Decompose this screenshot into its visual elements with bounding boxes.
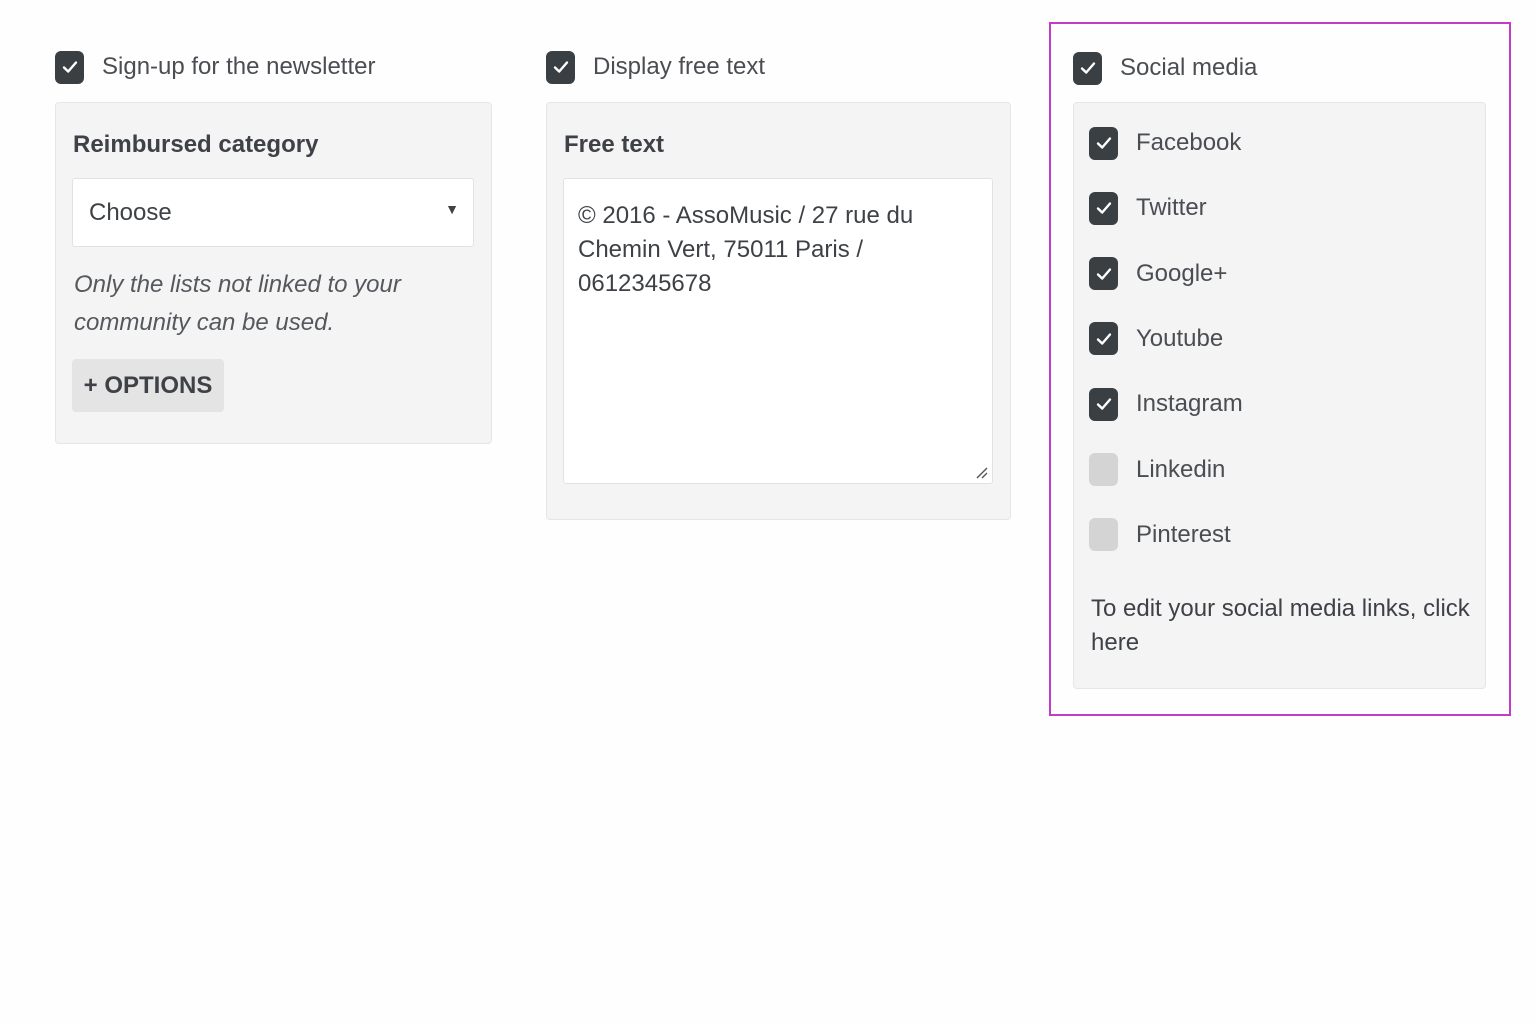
social-item-checkbox[interactable] bbox=[1089, 518, 1118, 552]
check-icon bbox=[62, 61, 77, 73]
check-icon bbox=[1080, 62, 1095, 74]
chevron-down-icon: ▼ bbox=[445, 201, 459, 217]
social-item-label: Instagram bbox=[1136, 390, 1243, 418]
settings-page: Sign-up for the newsletter Reimbursed ca… bbox=[0, 0, 1536, 1024]
social-item-label: Twitter bbox=[1136, 194, 1207, 222]
social-item-checkbox[interactable] bbox=[1089, 322, 1118, 356]
social-item-linkedin[interactable]: Linkedin bbox=[1089, 452, 1225, 488]
social-item-instagram[interactable]: Instagram bbox=[1089, 386, 1243, 422]
social-item-checkbox[interactable] bbox=[1089, 126, 1118, 160]
check-icon bbox=[1096, 267, 1111, 280]
check-icon bbox=[1096, 137, 1111, 149]
options-button[interactable]: + OPTIONS bbox=[72, 359, 224, 412]
newsletter-toggle[interactable]: Sign-up for the newsletter bbox=[55, 49, 375, 85]
reimbursed-category-panel: Reimbursed category Choose ▼ Only the li… bbox=[55, 102, 492, 444]
social-item-youtube[interactable]: Youtube bbox=[1089, 321, 1223, 357]
social-links-note[interactable]: To edit your social media links, click h… bbox=[1091, 592, 1471, 660]
check-icon bbox=[1096, 333, 1111, 345]
social-media-checkbox-label: Social media bbox=[1120, 54, 1258, 81]
social-item-label: Pinterest bbox=[1136, 520, 1231, 548]
social-item-google[interactable]: Google+ bbox=[1089, 256, 1227, 292]
social-item-checkbox[interactable] bbox=[1089, 387, 1118, 421]
social-media-toggle[interactable]: Social media bbox=[1073, 50, 1257, 86]
social-item-label: Youtube bbox=[1136, 324, 1224, 352]
social-item-checkbox[interactable] bbox=[1089, 257, 1118, 291]
lists-hint: Only the lists not linked to your commun… bbox=[74, 271, 401, 336]
free-text-value: © 2016 - AssoMusic / 27 rue du Chemin Ve… bbox=[578, 202, 914, 297]
select-value: Choose bbox=[89, 199, 172, 226]
free-text-title: Free text bbox=[564, 131, 665, 158]
newsletter-checkbox[interactable] bbox=[55, 50, 84, 84]
social-media-checkbox[interactable] bbox=[1073, 51, 1102, 85]
check-icon bbox=[1096, 398, 1111, 410]
social-item-pinterest[interactable]: Pinterest bbox=[1089, 517, 1231, 553]
social-item-facebook[interactable]: Facebook bbox=[1089, 125, 1241, 161]
newsletter-checkbox-label: Sign-up for the newsletter bbox=[102, 53, 376, 80]
free-text-textarea[interactable]: © 2016 - AssoMusic / 27 rue du Chemin Ve… bbox=[563, 178, 993, 484]
social-media-panel: Facebook Twitter Google+ Youtube Instagram Li… bbox=[1073, 102, 1486, 689]
social-item-label: Google+ bbox=[1136, 259, 1228, 287]
reimbursed-category-title: Reimbursed category bbox=[73, 131, 319, 158]
check-icon bbox=[553, 61, 568, 73]
free-text-toggle[interactable]: Display free text bbox=[546, 49, 765, 85]
social-item-checkbox[interactable] bbox=[1089, 453, 1118, 486]
resize-handle-icon[interactable] bbox=[972, 463, 988, 479]
social-item-label: Facebook bbox=[1136, 129, 1242, 156]
reimbursed-category-select[interactable]: Choose ▼ bbox=[72, 178, 474, 247]
check-icon bbox=[1096, 202, 1111, 214]
free-text-checkbox-label: Display free text bbox=[593, 53, 766, 80]
social-media-section: Social media Facebook Twitter Google+ Youtu… bbox=[1049, 22, 1511, 716]
social-item-checkbox[interactable] bbox=[1089, 191, 1118, 225]
social-item-twitter[interactable]: Twitter bbox=[1089, 190, 1207, 226]
social-item-label: Linkedin bbox=[1136, 455, 1226, 483]
free-text-checkbox[interactable] bbox=[546, 50, 575, 84]
free-text-panel: Free text © 2016 - AssoMusic / 27 rue du… bbox=[546, 102, 1011, 520]
